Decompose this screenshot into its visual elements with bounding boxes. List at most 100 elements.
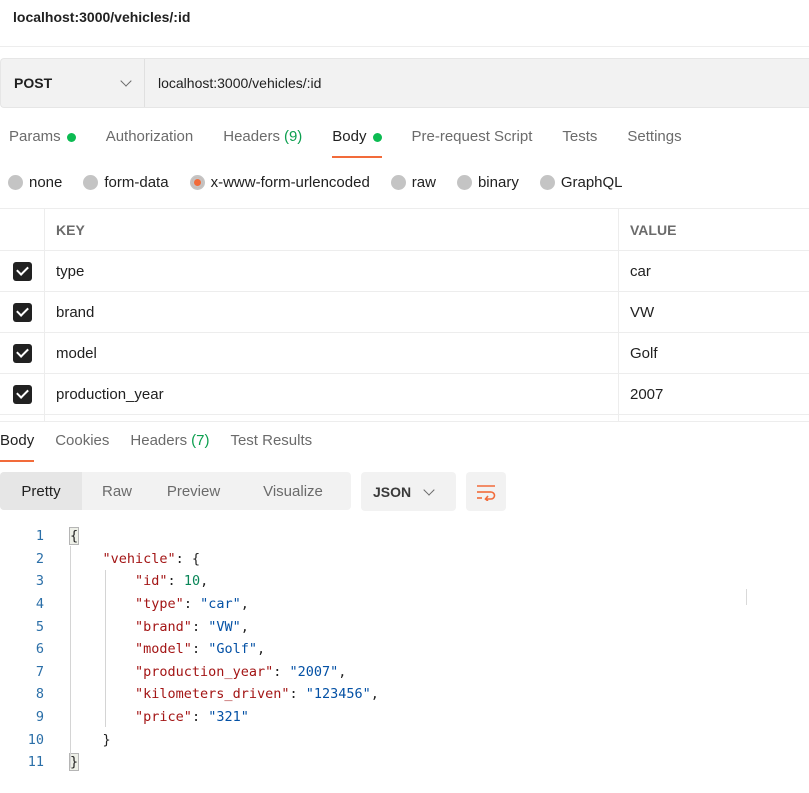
tab-count: (9) xyxy=(283,128,303,145)
key-cell[interactable]: brand xyxy=(45,292,619,332)
tab-label: Test Results xyxy=(230,432,313,449)
row-checkbox[interactable] xyxy=(12,343,32,363)
radio-binary[interactable]: binary xyxy=(456,174,519,191)
request-tabs: Params Authorization Headers (9) Body Pre-req… xyxy=(9,128,712,158)
value-cell[interactable]: car xyxy=(619,251,809,291)
value-cell[interactable]: Golf xyxy=(619,333,809,373)
request-title: localhost:3000/vehicles/:id xyxy=(13,9,191,25)
body-type-options: none form-data x-www-form-urlencoded raw bin… xyxy=(8,174,644,191)
code-token: "car" xyxy=(200,596,241,613)
table-row: type car xyxy=(0,251,809,292)
line-number: 2 xyxy=(35,550,44,567)
radio-circle-icon xyxy=(539,175,555,190)
key-cell[interactable]: model xyxy=(45,333,619,373)
tab-headers[interactable]: Headers (9) xyxy=(223,128,302,158)
code-line: 7 "production_year": "2007", xyxy=(0,661,379,684)
radio-form-data[interactable]: form-data xyxy=(83,174,169,191)
tab-settings[interactable]: Settings xyxy=(627,128,681,158)
row-checkbox[interactable] xyxy=(12,384,32,404)
indent-guide xyxy=(105,570,106,727)
tab-tests[interactable]: Tests xyxy=(562,128,597,158)
code-token: "VW" xyxy=(208,618,241,635)
code-token: "kilometers_driven" xyxy=(135,686,290,703)
radio-label: form-data xyxy=(104,174,169,191)
code-line: 6 "model": "Golf", xyxy=(0,638,379,661)
language-label: JSON xyxy=(373,483,412,500)
code-token: , xyxy=(240,618,249,635)
divider xyxy=(0,46,809,47)
view-mode-selector: Pretty Raw Preview Visualize xyxy=(0,472,351,510)
code-token: : { xyxy=(175,550,201,567)
tab-label: Params xyxy=(9,128,61,145)
tab-params[interactable]: Params xyxy=(9,128,76,158)
radio-label: none xyxy=(29,174,63,191)
wrap-lines-button[interactable] xyxy=(466,472,506,511)
code-token: : xyxy=(183,596,201,613)
row-checkbox[interactable] xyxy=(12,302,32,322)
code-token: "321" xyxy=(208,709,249,726)
radio-circle-icon xyxy=(456,175,472,190)
view-mode-raw[interactable]: Raw xyxy=(82,472,152,510)
response-tab-test-results[interactable]: Test Results xyxy=(230,432,312,462)
code-token: } xyxy=(68,753,80,772)
code-line: 3 "id": 10, xyxy=(0,570,379,593)
view-mode-pretty[interactable]: Pretty xyxy=(0,472,82,510)
view-mode-preview[interactable]: Preview xyxy=(152,472,235,510)
radio-graphql[interactable]: GraphQL xyxy=(539,174,623,191)
tab-label: Cookies xyxy=(55,432,110,449)
tab-body[interactable]: Body xyxy=(332,128,382,158)
radio-none[interactable]: none xyxy=(8,174,62,191)
key-cell[interactable]: type xyxy=(45,251,619,291)
code-token: } xyxy=(70,731,111,748)
code-token: 10 xyxy=(183,573,201,590)
url-input[interactable] xyxy=(145,59,809,107)
response-body-code[interactable]: 1{2 "vehicle": {3 "id": 10, 4 "type": "ca… xyxy=(0,525,379,774)
row-checkbox[interactable] xyxy=(12,261,32,281)
tab-label: Headers xyxy=(223,128,280,145)
code-token: : xyxy=(289,686,306,703)
code-token: , xyxy=(370,686,379,703)
radio-label: GraphQL xyxy=(560,174,623,191)
value-cell[interactable]: 2007 xyxy=(619,374,809,414)
table-row: production_year 2007 xyxy=(0,374,809,415)
tab-pre-request-script[interactable]: Pre-request Script xyxy=(412,128,533,158)
url-bar: POST xyxy=(0,58,809,108)
tab-label: Authorization xyxy=(105,128,194,145)
radio-label: x-www-form-urlencoded xyxy=(210,174,370,191)
line-number: 5 xyxy=(35,618,44,635)
code-token: : xyxy=(273,663,290,680)
text-cursor xyxy=(746,589,748,605)
response-tab-cookies[interactable]: Cookies xyxy=(55,432,109,462)
code-token: "brand" xyxy=(135,618,192,635)
code-token: "model" xyxy=(135,641,192,658)
key-cell[interactable]: production_year xyxy=(45,374,619,414)
language-select[interactable]: JSON xyxy=(361,472,456,511)
radio-circle-icon xyxy=(189,175,205,190)
value-cell[interactable]: VW xyxy=(619,292,809,332)
response-tabs: Body Cookies Headers (7) Test Results xyxy=(0,432,333,462)
key-value-table: KEY VALUE type car brand VW model Golf product… xyxy=(0,208,809,421)
radio-circle-icon xyxy=(83,175,99,190)
code-token: : xyxy=(191,618,209,635)
response-tab-body[interactable]: Body xyxy=(0,432,35,462)
response-tab-headers[interactable]: Headers (7) xyxy=(130,432,209,462)
method-select[interactable]: POST xyxy=(1,59,145,107)
code-line: 8 "kilometers_driven": "123456", xyxy=(0,683,379,706)
radio-raw[interactable]: raw xyxy=(390,174,436,191)
line-number: 8 xyxy=(35,686,44,703)
code-line: 5 "brand": "VW", xyxy=(0,615,379,638)
code-token: , xyxy=(240,596,249,613)
radio-x-www-form-urlencoded[interactable]: x-www-form-urlencoded xyxy=(189,174,370,191)
view-mode-visualize[interactable]: Visualize xyxy=(235,472,351,510)
chevron-down-icon xyxy=(120,75,132,87)
tab-label: Settings xyxy=(627,128,682,145)
line-number: 3 xyxy=(35,573,44,590)
line-number: 10 xyxy=(27,731,44,748)
tab-label: Body xyxy=(332,128,367,145)
status-dot-icon xyxy=(66,133,76,142)
radio-label: binary xyxy=(477,174,519,191)
tab-authorization[interactable]: Authorization xyxy=(106,128,194,158)
